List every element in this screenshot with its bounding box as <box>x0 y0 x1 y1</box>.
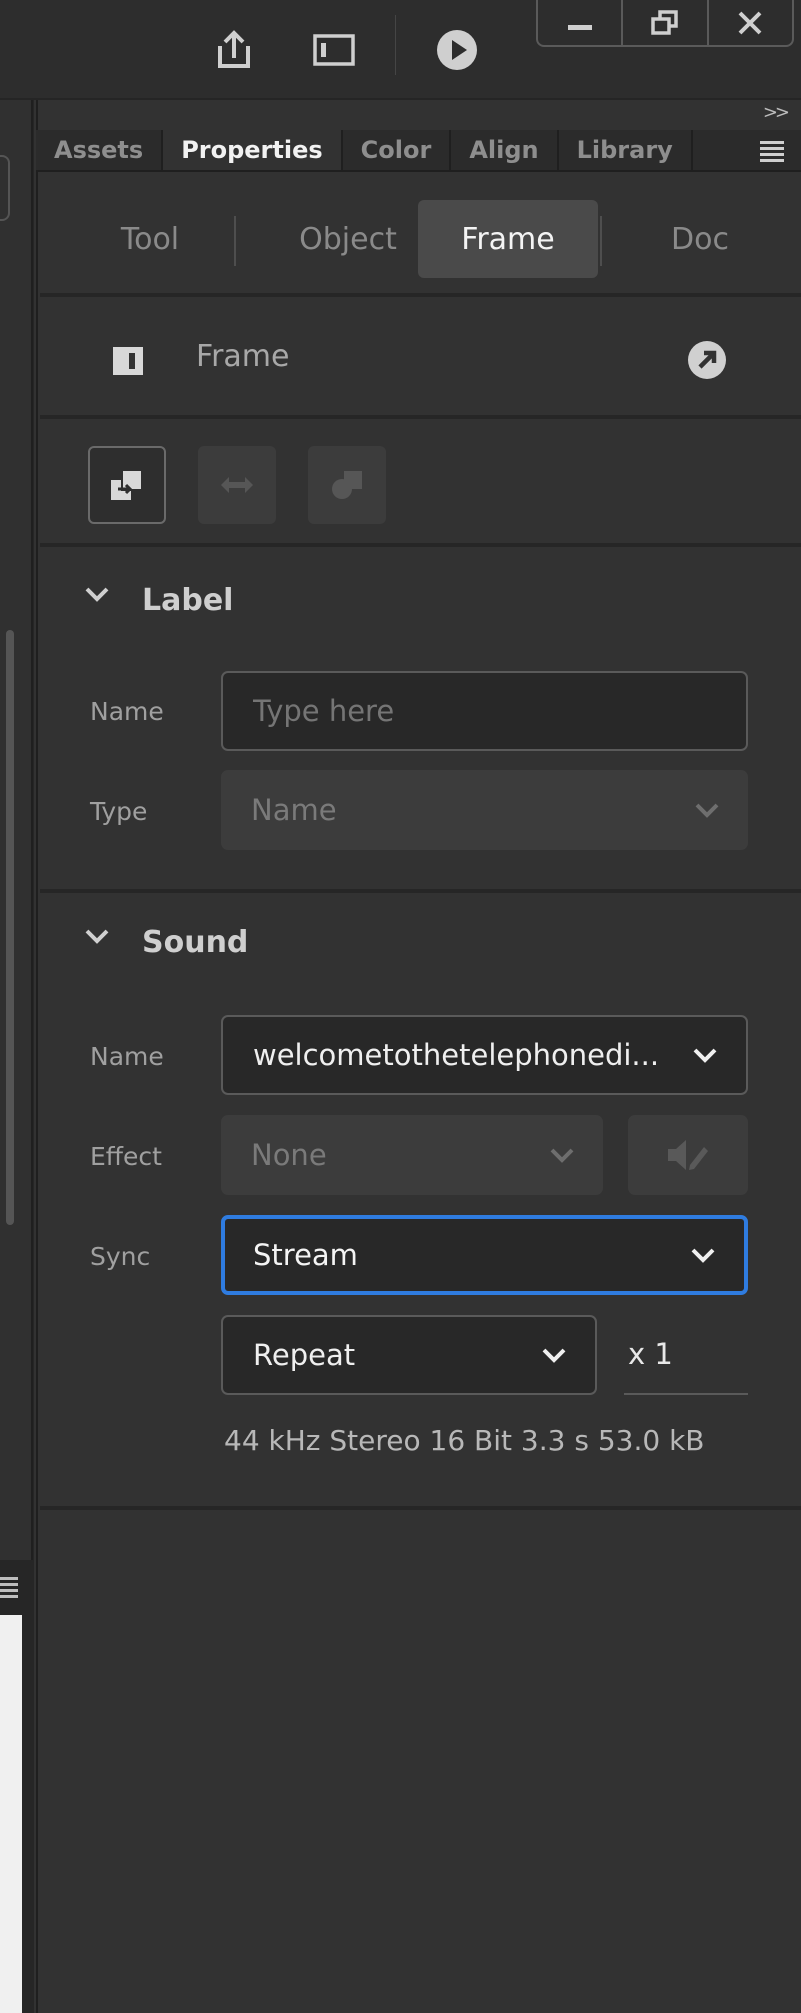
panel-collapse-row: >> <box>36 100 801 130</box>
hamburger-icon <box>760 141 784 162</box>
tab-color[interactable]: Color <box>343 130 452 170</box>
chevron-down-icon <box>85 587 109 602</box>
tween-arrows-icon <box>221 477 253 493</box>
tween-button[interactable] <box>198 446 276 524</box>
top-toolbar <box>0 0 801 100</box>
sound-repeat-select[interactable]: Repeat <box>221 1315 597 1395</box>
label-type-select[interactable]: Name <box>221 770 748 850</box>
stage-canvas-edge <box>0 1615 22 2013</box>
segment-object[interactable]: Object <box>258 200 438 278</box>
convert-to-keyframe-button[interactable] <box>88 446 166 524</box>
sound-effect-value: None <box>251 1138 327 1172</box>
left-panel-menu-button[interactable] <box>0 1572 22 1607</box>
sound-repeat-value: Repeat <box>253 1338 356 1372</box>
chevron-down-icon <box>691 1248 715 1263</box>
collapse-panels-button[interactable]: >> <box>763 102 790 123</box>
close-button[interactable] <box>709 0 792 45</box>
tab-label: Color <box>360 136 432 164</box>
toolbar-divider <box>395 15 396 75</box>
segment-label: Object <box>299 221 397 257</box>
sound-repeat-count-value: x 1 <box>628 1337 673 1371</box>
restore-icon <box>651 9 678 35</box>
frame-header-title: Frame <box>196 339 290 374</box>
timeline-panel-edge <box>0 100 33 1560</box>
frame-action-row <box>40 423 801 547</box>
sound-effect-label: Effect <box>90 1142 162 1171</box>
segment-divider <box>234 216 236 266</box>
tab-label: Library <box>576 136 673 164</box>
play-icon <box>437 30 477 70</box>
left-scrollbar-thumb[interactable] <box>6 630 14 1225</box>
label-name-input[interactable] <box>221 671 748 751</box>
tab-align[interactable]: Align <box>451 130 559 170</box>
restore-button[interactable] <box>623 0 709 45</box>
sound-info-text: 44 kHz Stereo 16 Bit 3.3 s 53.0 kB <box>224 1424 705 1457</box>
menu-icon <box>0 1577 18 1598</box>
sound-section: Sound Name welcometothetelephonedi... Ef… <box>40 893 801 1508</box>
sound-section-title: Sound <box>142 925 249 960</box>
tab-assets[interactable]: Assets <box>36 130 164 170</box>
edit-envelope-button[interactable] <box>628 1115 748 1195</box>
tab-properties[interactable]: Properties <box>163 130 343 170</box>
screen-mode-button[interactable] <box>304 20 364 80</box>
section-divider <box>40 1506 801 1510</box>
sound-name-select[interactable]: welcometothetelephonedi... <box>221 1015 748 1095</box>
sound-sync-select[interactable]: Stream <box>221 1215 748 1295</box>
panel-menu-button[interactable] <box>758 138 788 164</box>
label-section-title: Label <box>142 583 234 618</box>
chevron-down-icon <box>693 1048 717 1063</box>
left-panel-handle[interactable] <box>0 155 10 221</box>
segment-tool[interactable]: Tool <box>80 200 220 278</box>
chevron-down-icon <box>85 929 109 944</box>
sound-section-toggle[interactable] <box>84 923 114 953</box>
label-name-label: Name <box>90 697 164 726</box>
sound-name-value: welcometothetelephonedi... <box>253 1038 660 1072</box>
tab-label: Assets <box>54 136 144 164</box>
label-type-value: Name <box>251 793 337 827</box>
sound-repeat-count-input[interactable]: x 1 <box>624 1315 748 1395</box>
chevron-down-icon <box>695 803 719 818</box>
chevron-down-icon <box>542 1348 566 1363</box>
segment-label: Tool <box>120 221 180 257</box>
segment-label: Frame <box>461 221 555 257</box>
sound-effect-select[interactable]: None <box>221 1115 603 1195</box>
label-type-label: Type <box>90 797 148 826</box>
publish-button[interactable] <box>204 20 264 80</box>
open-help-button[interactable] <box>686 339 728 381</box>
speaker-edit-icon <box>668 1140 708 1170</box>
swap-frame-icon <box>111 469 143 500</box>
minimize-icon <box>567 24 592 30</box>
sound-sync-value: Stream <box>253 1238 358 1272</box>
chevron-down-icon <box>550 1148 574 1163</box>
label-section-toggle[interactable] <box>84 581 114 611</box>
distribute-button[interactable] <box>308 446 386 524</box>
distribute-icon <box>332 471 362 499</box>
share-icon <box>218 30 250 68</box>
segment-frame[interactable]: Frame <box>418 200 598 278</box>
external-link-icon <box>688 341 726 379</box>
frame-icon <box>113 347 143 375</box>
property-mode-switcher: Tool Object Frame Doc <box>40 172 801 297</box>
sound-name-label: Name <box>90 1042 164 1071</box>
panel-tabs: Assets Properties Color Align Library <box>36 130 801 172</box>
sound-sync-label: Sync <box>90 1242 151 1271</box>
window-controls <box>536 0 794 47</box>
segment-divider <box>600 216 602 266</box>
window-layout-icon <box>313 34 355 66</box>
tab-library[interactable]: Library <box>559 130 693 170</box>
segment-label: Doc <box>671 221 729 257</box>
tab-label: Properties <box>181 136 323 164</box>
frame-header: Frame <box>40 301 801 419</box>
label-section: Label Name Type Name <box>40 551 801 887</box>
tab-label: Align <box>469 136 539 164</box>
close-icon <box>738 11 762 34</box>
segment-doc[interactable]: Doc <box>625 200 775 278</box>
minimize-button[interactable] <box>538 0 624 45</box>
test-movie-button[interactable] <box>427 20 487 80</box>
